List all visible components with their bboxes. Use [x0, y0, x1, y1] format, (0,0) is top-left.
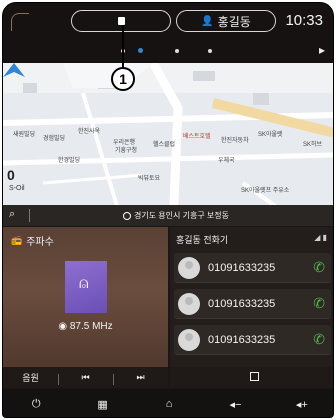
source-button[interactable]: 음원 — [3, 371, 58, 384]
map-poi-label: 헬스클럽 — [153, 142, 176, 148]
contact-number: 01091633235 — [208, 334, 276, 346]
location-icon — [123, 211, 131, 220]
profile-button[interactable]: 👤 홍길동 — [176, 10, 276, 32]
apps-grid-button[interactable]: ▦ — [69, 398, 135, 411]
radio-icon-small: ◉ — [58, 321, 70, 332]
scale-value: 0 — [7, 167, 15, 183]
volume-up-button[interactable]: ◂+ — [269, 398, 333, 411]
profile-name: 홍길동 — [217, 14, 251, 29]
address-bar[interactable]: ⌕ 경기도 용인시 기흥구 보정동 — [3, 205, 333, 226]
map-view[interactable]: 새원빌딩 경험빌딩 한진사옥 우리은행 기흥구청 헬스클럽 베스트호텔 한진자동… — [3, 63, 333, 226]
person-icon: 👤 — [201, 15, 214, 27]
frequency-value: 87.5 MHz — [69, 321, 113, 332]
map-poi-label: 우체국 — [218, 158, 235, 164]
home-button[interactable]: ⌂ — [136, 398, 202, 410]
station-artwork: ⍝ — [65, 261, 107, 313]
map-poi-label: 새원빌딩 — [13, 132, 36, 138]
arrow-right-icon[interactable]: ▸ — [319, 43, 325, 57]
address-text: 경기도 용인시 기흥구 보정동 — [134, 211, 229, 220]
map-poi-label: SK아울렛프 주유소 — [241, 188, 290, 194]
bottom-nav: ⏻ ▦ ⌂ ◂− ◂+ — [3, 389, 333, 417]
contact-number: 01091633235 — [208, 298, 276, 310]
phone-footer — [170, 367, 333, 387]
antenna-icon: ⍝ — [79, 275, 89, 292]
next-button[interactable]: ⏭ — [113, 372, 168, 385]
map-poi-label: 기흥구청 — [115, 148, 138, 154]
contact-number: 01091633235 — [208, 262, 276, 274]
media-widget-button[interactable] — [71, 10, 171, 32]
phone-title: 홍길동 전화기 — [176, 235, 229, 245]
radio-controls: 음원 ⏮ ⏭ — [3, 367, 168, 387]
current-address: 경기도 용인시 기흥구 보정동 — [123, 210, 229, 221]
previous-button[interactable]: ⏮ — [58, 372, 113, 385]
call-icon[interactable]: ✆ — [313, 259, 325, 276]
volume-down-button[interactable]: ◂− — [202, 398, 268, 411]
radio-widget[interactable]: 📻 주파수 ⍝ ◉ 87.5 MHz 음원 ⏮ ⏭ — [3, 227, 168, 387]
page-indicator: ▸ — [3, 39, 333, 63]
infotainment-screen: 👤 홍길동 10:33 ▸ 새원빌딩 경험빌딩 한진사옥 우리은행 기흥구청 헬… — [2, 2, 334, 418]
callout-line — [122, 25, 124, 70]
signal-battery-icon: ◢ ▮ — [314, 233, 327, 242]
page-dot[interactable] — [208, 49, 212, 53]
callout-marker: 1 — [111, 67, 135, 91]
search-icon[interactable]: ⌕ — [9, 208, 15, 221]
radio-header: 📻 주파수 — [11, 233, 54, 248]
music-note-icon — [117, 17, 125, 25]
clock: 10:33 — [285, 12, 323, 29]
status-bar: 👤 홍길동 10:33 — [3, 3, 333, 39]
radio-title: 주파수 — [26, 237, 54, 248]
map-poi-label: 한진사옥 — [78, 129, 101, 135]
map-poi-label: 한진자동차 — [221, 138, 249, 144]
vehicle-position-icon — [3, 63, 25, 77]
radio-icon: 📻 — [11, 235, 23, 245]
contact-row[interactable]: 01091633235 ✆ — [174, 325, 331, 355]
phone-widget[interactable]: 홍길동 전화기 ◢ ▮ 01091633235 ✆ 01091633235 ✆ … — [170, 227, 333, 387]
device-frame: 👤 홍길동 10:33 ▸ 새원빌딩 경험빌딩 한진사옥 우리은행 기흥구청 헬… — [0, 0, 336, 420]
call-icon[interactable]: ✆ — [313, 331, 325, 348]
keypad-icon[interactable] — [250, 372, 259, 381]
avatar — [178, 329, 200, 351]
contact-row[interactable]: 01091633235 ✆ — [174, 253, 331, 283]
map-poi-label: SK허브 — [303, 142, 323, 148]
power-button[interactable]: ⏻ — [3, 398, 69, 411]
avatar — [178, 293, 200, 315]
map-poi-label: SK아울렛 — [258, 132, 283, 138]
map-poi-label: 베스트호텔 — [183, 134, 211, 140]
map-poi-label: 한경빌딩 — [58, 158, 81, 164]
map-poi-label: 경험빌딩 — [43, 136, 66, 142]
map-poi-label: 빅뷰토요 — [138, 176, 161, 182]
corner-decoration — [11, 13, 29, 31]
scale-unit: S-Oil — [9, 185, 25, 192]
page-dot[interactable] — [175, 49, 179, 53]
page-dot-active[interactable] — [138, 48, 143, 53]
divider — [29, 209, 30, 222]
call-icon[interactable]: ✆ — [313, 295, 325, 312]
frequency-display: ◉ 87.5 MHz — [3, 321, 168, 332]
contact-row[interactable]: 01091633235 ✆ — [174, 289, 331, 319]
avatar — [178, 257, 200, 279]
